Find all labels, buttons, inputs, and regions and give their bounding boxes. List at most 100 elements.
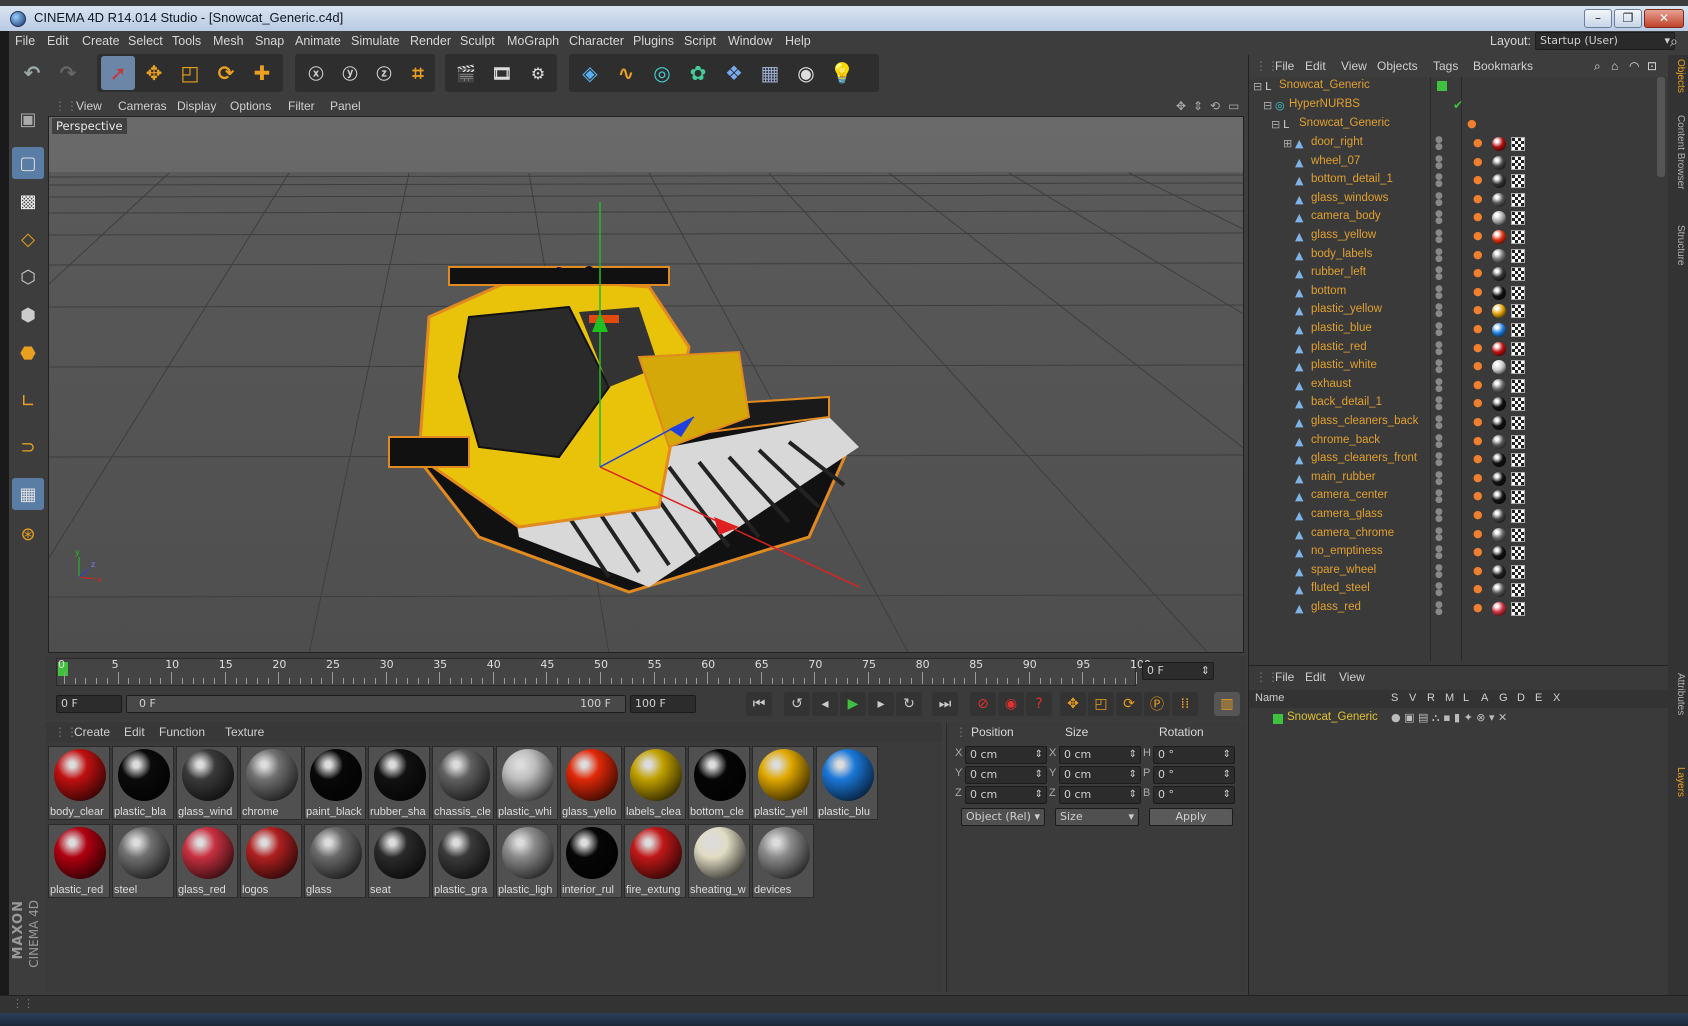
material-tag-icon[interactable] (1492, 378, 1506, 393)
tree-row[interactable]: ▲ glass_cleaners_front ● ● ● (1249, 450, 1659, 470)
camera-icon[interactable]: ◉ (789, 56, 823, 90)
uvw-tag-icon[interactable] (1511, 602, 1525, 616)
material-tag-icon[interactable] (1492, 304, 1506, 319)
viewport-menu-options[interactable]: Options (230, 99, 271, 113)
object-menu-file[interactable]: File (1275, 59, 1294, 73)
material-tag-icon[interactable] (1492, 285, 1506, 300)
phong-tag-icon[interactable]: ● (1473, 285, 1483, 298)
search-icon[interactable]: ⌕ (1594, 59, 1601, 74)
layer-color-badge[interactable] (1273, 714, 1283, 724)
material-swatch[interactable]: glass_yello (560, 746, 622, 820)
search-icon[interactable]: ⌕ (1670, 33, 1678, 50)
visibility-dots[interactable]: ● ● (1435, 340, 1447, 356)
visibility-dots[interactable]: ● ● (1435, 433, 1447, 449)
current-frame-field[interactable]: 0 F ⇕ (1142, 662, 1214, 680)
material-swatch[interactable]: fire_extung (624, 824, 686, 898)
rot-field[interactable]: 0 ° ⇕ (1153, 786, 1235, 804)
phong-tag-icon[interactable]: ● (1473, 396, 1483, 409)
material-tag-icon[interactable] (1492, 360, 1506, 375)
visibility-dots[interactable]: ● ● (1435, 173, 1447, 189)
scene-icon[interactable]: ▦ (753, 56, 787, 90)
uvw-tag-icon[interactable] (1511, 583, 1525, 598)
tree-row[interactable]: ▲ camera_glass ● ● ● (1249, 506, 1659, 526)
pos-field[interactable]: 0 cm ⇕ (965, 786, 1047, 804)
stepper-icon[interactable]: ⇕ (1223, 767, 1231, 783)
uvw-tag-icon[interactable] (1511, 304, 1525, 319)
key-position-icon[interactable]: ✥ (1060, 692, 1086, 716)
layer-menu-edit[interactable]: Edit (1305, 670, 1326, 684)
viewport-menu-filter[interactable]: Filter (288, 99, 315, 113)
tab-objects[interactable]: Objects (1670, 59, 1686, 93)
locked-workplane-icon[interactable]: ⊛ (12, 518, 44, 550)
menu-script[interactable]: Script (684, 34, 716, 48)
visibility-dots[interactable]: ● ● (1435, 396, 1447, 412)
material-tag-icon[interactable] (1492, 490, 1506, 505)
stepper-icon[interactable]: ⇕ (1035, 767, 1043, 783)
tree-row[interactable]: ▲ bottom ● ● ● (1249, 283, 1659, 303)
material-swatch[interactable]: glass (304, 824, 366, 898)
visibility-dots[interactable]: ● ● (1435, 489, 1447, 505)
material-tag-icon[interactable] (1492, 416, 1506, 430)
visibility-dots[interactable]: ● ● (1435, 191, 1447, 207)
uvw-tag-icon[interactable] (1511, 527, 1525, 542)
tree-row[interactable]: ▲ chrome_back ● ● ● (1249, 432, 1659, 452)
material-tag-icon[interactable] (1492, 453, 1506, 468)
tree-row[interactable]: ▲ plastic_white ● ● ● (1249, 357, 1659, 377)
tree-row[interactable]: ▲ glass_yellow ● ● ● (1249, 227, 1659, 247)
key-rotation-icon[interactable]: ⟳ (1116, 692, 1142, 716)
home-icon[interactable]: ⌂ (1611, 59, 1618, 73)
up-icon[interactable]: ◠ (1629, 59, 1639, 73)
material-swatch[interactable]: labels_clea (624, 746, 686, 820)
object-menu-bookmarks[interactable]: Bookmarks (1473, 59, 1533, 73)
maximize-button[interactable]: ❐ (1614, 9, 1642, 28)
menu-help[interactable]: Help (785, 34, 811, 48)
material-swatch[interactable]: plastic_gra (432, 824, 494, 898)
go-to-start-icon[interactable]: ⏮ (746, 692, 772, 716)
undo-button[interactable]: ↶ (15, 56, 49, 90)
material-tag-icon[interactable] (1492, 192, 1506, 207)
phong-tag-icon[interactable]: ● (1473, 545, 1483, 558)
material-swatch[interactable]: glass_wind (176, 746, 238, 820)
z-axis-icon[interactable]: ⓩ (367, 56, 401, 90)
3d-viewport[interactable]: y x z Perspective (48, 116, 1244, 653)
uvw-tag-icon[interactable] (1511, 267, 1525, 282)
pos-field[interactable]: 0 cm ⇕ (965, 746, 1047, 764)
tree-row[interactable]: ▲ glass_red ● ● ● (1249, 599, 1659, 619)
menu-tools[interactable]: Tools (172, 34, 201, 48)
material-swatch[interactable]: plastic_blu (816, 746, 878, 820)
uvw-tag-icon[interactable] (1511, 378, 1525, 393)
render-view-icon[interactable]: 🎬 (449, 56, 483, 90)
menu-mesh[interactable]: Mesh (213, 34, 244, 48)
material-menu-create[interactable]: Create (74, 725, 110, 739)
tab-structure[interactable]: Structure (1670, 225, 1686, 266)
phong-tag-icon[interactable]: ● (1473, 582, 1483, 595)
timeline-window-icon[interactable]: ▥ (1214, 692, 1240, 716)
menu-file[interactable]: File (15, 34, 35, 48)
viewport-move-icon[interactable]: ✥ (1176, 99, 1186, 113)
uvw-tag-icon[interactable] (1511, 155, 1525, 170)
mograph-icon[interactable]: ✿ (681, 56, 715, 90)
material-swatch[interactable]: paint_black (304, 746, 366, 820)
material-tag-icon[interactable] (1492, 546, 1506, 561)
material-swatch[interactable]: body_clear (48, 746, 110, 820)
tab-content-browser[interactable]: Content Browser (1670, 115, 1686, 189)
phong-tag-icon[interactable]: ● (1473, 471, 1483, 484)
object-menu-tags[interactable]: Tags (1433, 59, 1458, 73)
x-axis-icon[interactable]: ⓧ (299, 56, 333, 90)
apply-button[interactable]: Apply (1149, 808, 1233, 826)
layer-color-badge[interactable] (1437, 81, 1447, 91)
stepper-icon[interactable]: ⇕ (1223, 747, 1231, 763)
close-button[interactable]: ✕ (1644, 9, 1684, 28)
material-swatch[interactable]: interior_rul (560, 824, 622, 898)
expand-icon[interactable]: ⊞ (1283, 138, 1294, 149)
material-tag-icon[interactable] (1492, 583, 1506, 598)
visibility-dots[interactable]: ● ● (1435, 526, 1447, 542)
phong-tag-icon[interactable]: ● (1473, 192, 1483, 205)
move-icon[interactable]: ✥ (137, 56, 171, 90)
material-swatch[interactable]: chassis_cle (432, 746, 494, 820)
render-settings-icon[interactable]: ⚙ (521, 56, 555, 90)
stepper-icon[interactable]: ⇕ (1035, 747, 1043, 763)
viewport-menu-display[interactable]: Display (177, 99, 216, 113)
menu-character[interactable]: Character (569, 34, 624, 48)
uvw-tag-icon[interactable] (1511, 192, 1525, 207)
